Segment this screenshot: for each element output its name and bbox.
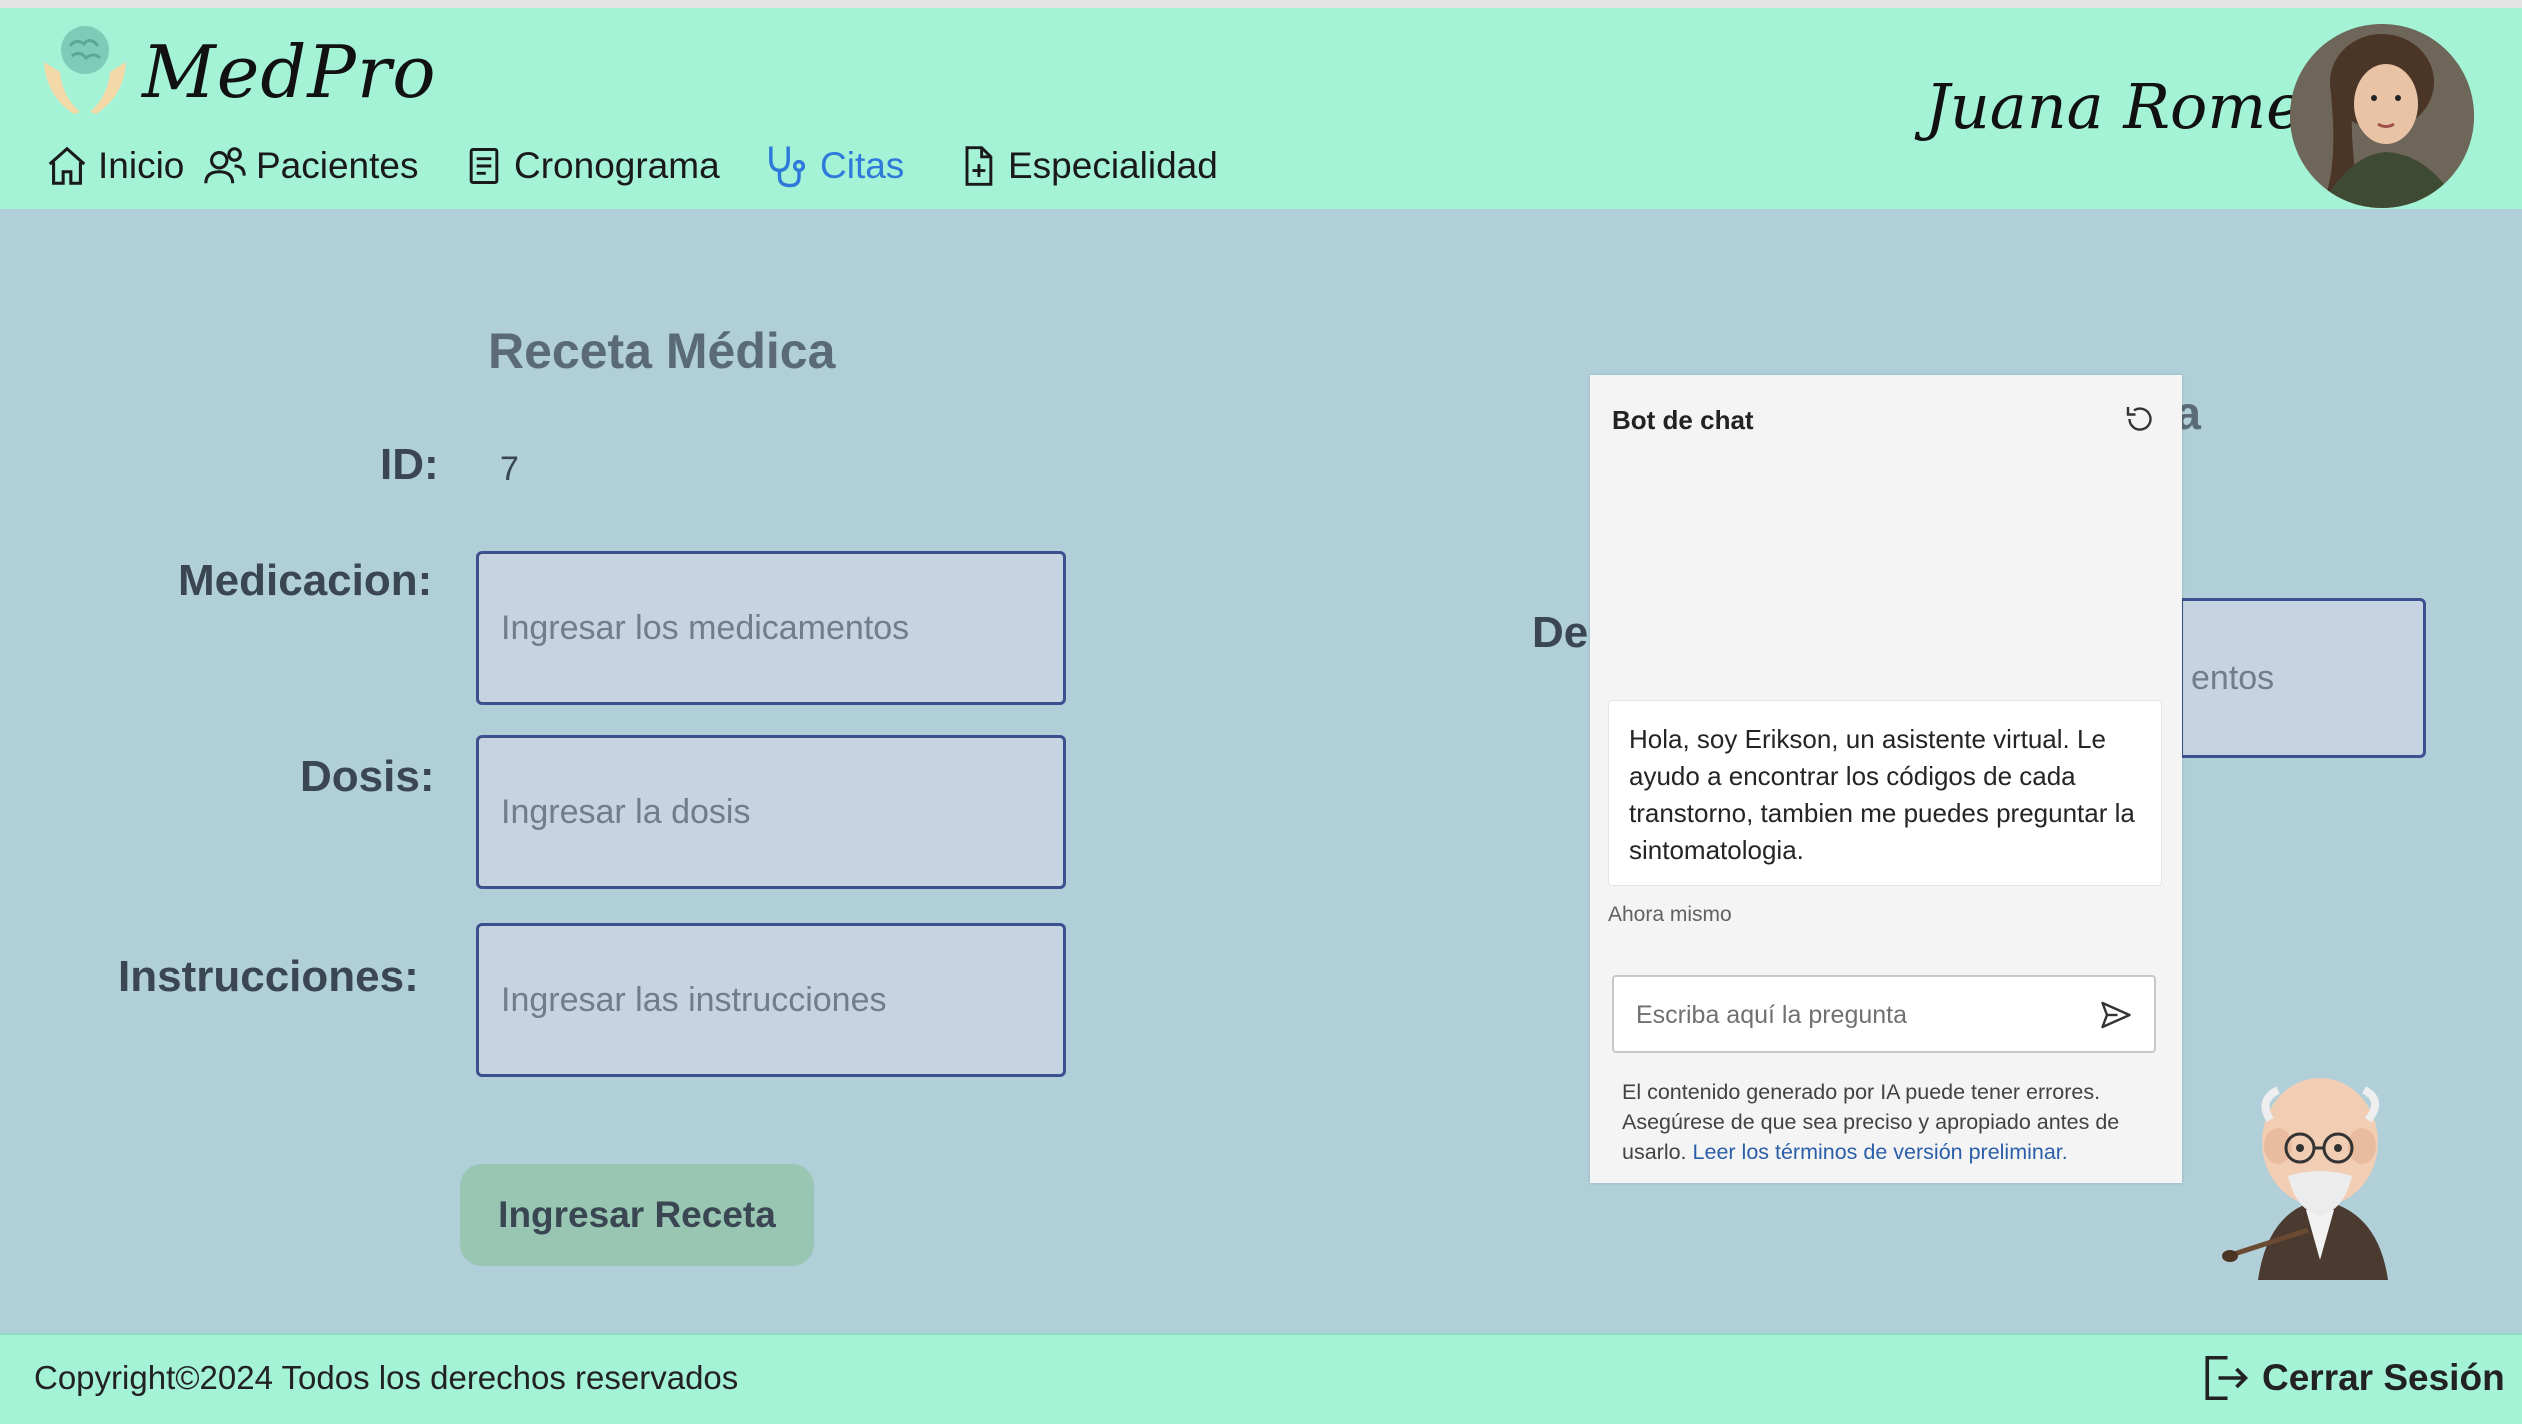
logout-label: Cerrar Sesión bbox=[2262, 1357, 2505, 1398]
stethoscope-icon bbox=[769, 146, 806, 188]
chatbot-question-input[interactable] bbox=[1634, 977, 2078, 1053]
nav-label: Citas bbox=[820, 145, 905, 186]
nav-label: Inicio bbox=[98, 145, 185, 186]
refresh-icon[interactable] bbox=[2122, 401, 2158, 437]
brand-name: MedPro bbox=[142, 30, 437, 114]
medicacion-label: Medicacion: bbox=[178, 556, 433, 605]
nav-label: Pacientes bbox=[256, 145, 419, 186]
send-icon[interactable] bbox=[2098, 997, 2134, 1033]
nav-item-citas[interactable]: Citas bbox=[760, 136, 904, 196]
background-form-input-fragment[interactable]: entos bbox=[2180, 598, 2426, 758]
nav-item-inicio[interactable]: Inicio bbox=[44, 136, 184, 196]
file-plus-icon bbox=[965, 146, 993, 186]
users-icon bbox=[204, 147, 246, 184]
nav-item-especialidad[interactable]: Especialidad bbox=[956, 136, 1218, 196]
nav-label: Especialidad bbox=[1008, 145, 1218, 186]
form-title: Receta Médica bbox=[488, 323, 836, 379]
chatbot-panel: Bot de chat Hola, soy Erikson, un asiste… bbox=[1590, 375, 2182, 1183]
logout-icon bbox=[2205, 1355, 2249, 1401]
ingresar-receta-button[interactable]: Ingresar Receta bbox=[460, 1164, 814, 1266]
preview-terms-link[interactable]: Leer los términos de versión preliminar. bbox=[1693, 1140, 2068, 1164]
header: MedPro Inicio Pacientes Cronograma Citas… bbox=[0, 8, 2522, 209]
nav-label: Cronograma bbox=[514, 145, 720, 186]
home-icon bbox=[48, 146, 86, 185]
id-label: ID: bbox=[380, 440, 439, 489]
nav-item-cronograma[interactable]: Cronograma bbox=[462, 136, 720, 196]
chatbot-message: Hola, soy Erikson, un asistente virtual.… bbox=[1608, 700, 2162, 886]
nav-item-pacientes[interactable]: Pacientes bbox=[202, 136, 419, 196]
instrucciones-input[interactable] bbox=[476, 923, 1066, 1077]
copyright-text: Copyright©2024 Todos los derechos reserv… bbox=[34, 1359, 739, 1396]
chatbot-input-box bbox=[1612, 975, 2156, 1053]
user-avatar[interactable] bbox=[2290, 24, 2474, 208]
document-list-icon bbox=[469, 148, 499, 184]
dosis-label: Dosis: bbox=[300, 752, 435, 801]
medicacion-input[interactable] bbox=[476, 551, 1066, 705]
browser-top-strip bbox=[0, 0, 2522, 8]
chatbot-avatar-icon[interactable] bbox=[2218, 1060, 2422, 1280]
footer: Copyright©2024 Todos los derechos reserv… bbox=[0, 1333, 2522, 1424]
chatbot-title: Bot de chat bbox=[1612, 405, 1754, 435]
id-value: 7 bbox=[500, 450, 519, 488]
avatar-portrait-icon bbox=[2290, 24, 2474, 208]
background-form-placeholder-fragment: entos bbox=[2191, 658, 2275, 697]
brain-hands-logo-icon bbox=[44, 26, 126, 114]
chatbot-disclaimer: El contenido generado por IA puede tener… bbox=[1622, 1077, 2152, 1167]
background-form-label-fragment: De bbox=[1532, 608, 1589, 657]
logout-button[interactable]: Cerrar Sesión bbox=[2196, 1349, 2505, 1407]
instrucciones-label: Instrucciones: bbox=[118, 952, 419, 1001]
dosis-input[interactable] bbox=[476, 735, 1066, 889]
chatbot-message-time: Ahora mismo bbox=[1608, 903, 1732, 926]
